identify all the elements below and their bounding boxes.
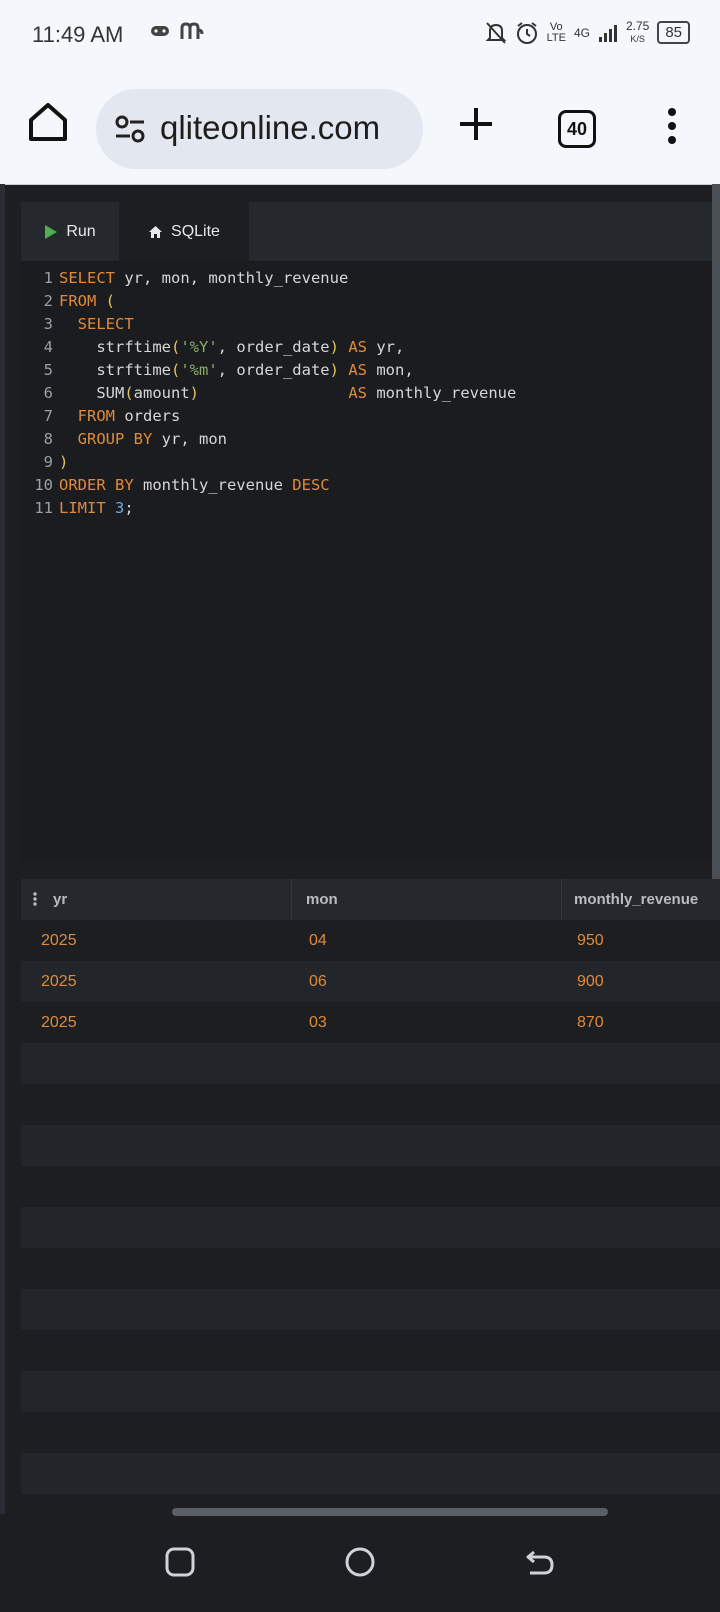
empty-row xyxy=(21,1412,720,1453)
browser-toolbar: qliteonline.com 40 xyxy=(0,72,720,185)
empty-row xyxy=(21,1330,720,1371)
code-line[interactable]: 7 FROM orders xyxy=(21,405,181,428)
column-header-mon[interactable]: mon xyxy=(306,891,338,908)
code-line[interactable]: 3 SELECT xyxy=(21,313,134,336)
house-icon xyxy=(149,225,163,238)
empty-row xyxy=(21,1453,720,1494)
volte-indicator: Vo LTE xyxy=(546,20,566,44)
tab-sqlite[interactable]: SQLite xyxy=(119,202,249,261)
new-tab-icon[interactable] xyxy=(456,104,496,144)
m-app-icon xyxy=(180,22,204,39)
code-line[interactable]: 2 FROM ( xyxy=(21,290,115,313)
run-button-label: Run xyxy=(66,222,96,240)
results-header: yr mon monthly_revenue xyxy=(21,879,720,920)
editor-toolbar: Run SQLite xyxy=(21,202,720,261)
run-button[interactable]: Run xyxy=(21,202,119,261)
empty-row xyxy=(21,1289,720,1330)
left-panel-edge xyxy=(0,184,5,1514)
status-time: 11:49 AM xyxy=(32,22,124,47)
address-bar[interactable]: qliteonline.com xyxy=(96,89,423,169)
empty-row xyxy=(21,1084,720,1125)
horizontal-scrollbar[interactable] xyxy=(172,1508,608,1516)
code-line[interactable]: 4 strftime('%Y', order_date) AS yr, xyxy=(21,336,405,359)
empty-row xyxy=(21,1043,720,1084)
recent-apps-icon[interactable] xyxy=(164,1546,196,1578)
system-nav-bar xyxy=(0,1516,720,1612)
signal-icon xyxy=(598,24,617,42)
alarm-icon xyxy=(516,21,537,44)
sql-editor[interactable]: 1 SELECT yr, mon, monthly_revenue 2 FROM (… xyxy=(21,261,713,861)
home-icon[interactable] xyxy=(26,100,70,144)
battery-indicator: 85 xyxy=(657,21,690,44)
empty-row xyxy=(21,1207,720,1248)
net-speed: 2.75 K/S xyxy=(625,19,650,44)
empty-row xyxy=(21,1248,720,1289)
vertical-scrollbar[interactable] xyxy=(712,184,720,994)
empty-row xyxy=(21,1125,720,1166)
status-bar: 11:49 AM Vo LTE 4G 2.75 K/S 85 xyxy=(0,0,720,72)
code-line[interactable]: 11 LIMIT 3; xyxy=(21,497,133,520)
network-type: 4G xyxy=(573,25,590,40)
table-row[interactable]: 2025 06 900 xyxy=(21,961,720,1002)
back-icon[interactable] xyxy=(524,1546,556,1578)
tab-switcher-button[interactable]: 40 xyxy=(558,110,596,148)
url-text[interactable]: qliteonline.com xyxy=(160,109,410,147)
code-line[interactable]: 6 SUM(amount) AS monthly_revenue xyxy=(21,382,517,405)
home-nav-icon[interactable] xyxy=(344,1546,376,1578)
empty-row xyxy=(21,1371,720,1412)
column-header-yr[interactable]: yr xyxy=(53,891,67,908)
table-row[interactable]: 2025 03 870 xyxy=(21,1002,720,1043)
play-icon xyxy=(45,224,58,239)
bell-off-icon xyxy=(485,21,506,44)
empty-row xyxy=(21,1166,720,1207)
code-line[interactable]: 8 GROUP BY yr, mon xyxy=(21,428,227,451)
tab-sqlite-label: SQLite xyxy=(171,222,220,240)
code-line[interactable]: 9) xyxy=(21,451,69,474)
code-line[interactable]: 10 ORDER BY monthly_revenue DESC xyxy=(21,474,329,497)
gamepad-icon xyxy=(151,26,169,36)
code-line[interactable]: 1 SELECT yr, mon, monthly_revenue xyxy=(21,267,349,290)
results-grid: yr mon monthly_revenue 2025 04 950 2025 … xyxy=(21,879,720,1514)
column-menu-icon[interactable] xyxy=(33,892,37,906)
column-header-monthly-revenue[interactable]: monthly_revenue xyxy=(574,891,698,908)
site-settings-icon[interactable] xyxy=(114,113,146,145)
more-options-icon[interactable] xyxy=(662,106,682,146)
table-row[interactable]: 2025 04 950 xyxy=(21,920,720,961)
code-line[interactable]: 5 strftime('%m', order_date) AS mon, xyxy=(21,359,414,382)
